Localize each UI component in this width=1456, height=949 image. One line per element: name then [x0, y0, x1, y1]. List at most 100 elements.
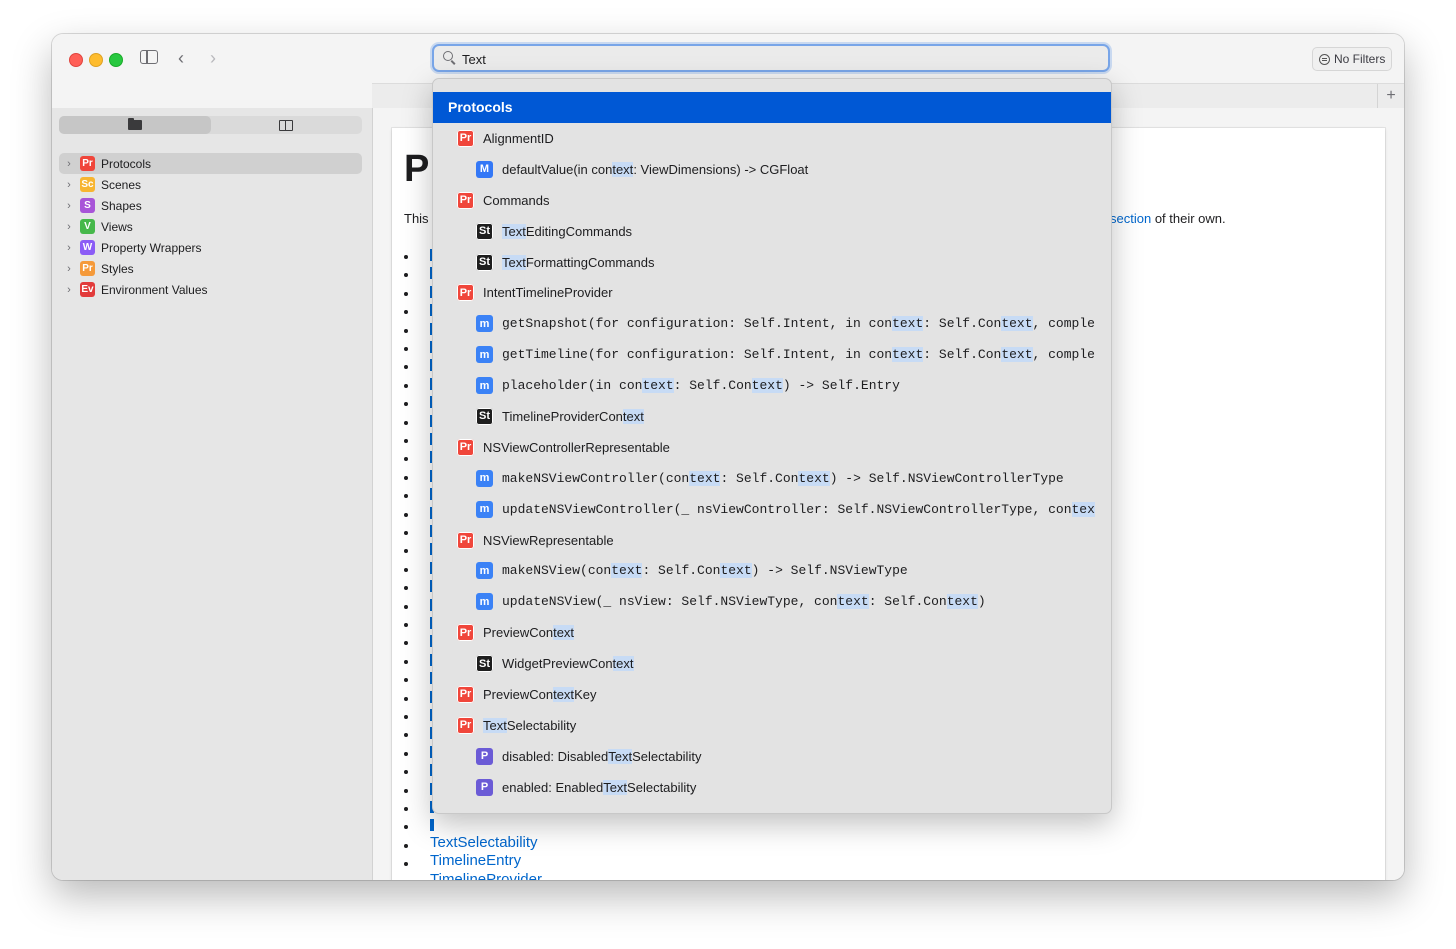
result-label: Commands — [483, 193, 549, 208]
match-highlight: text — [837, 594, 869, 610]
result-protocol-row[interactable]: Pr Commands — [433, 185, 1111, 216]
match-highlight: text — [689, 470, 721, 486]
bullet-dot — [404, 549, 408, 554]
close-window-button[interactable] — [69, 53, 83, 67]
label-segment: defaultValue(in con — [502, 161, 613, 177]
filters-button[interactable]: No Filters — [1312, 47, 1393, 71]
label-segment: Selectability — [632, 748, 702, 764]
category-badge-icon: S — [80, 198, 95, 213]
label-segment: NSViewControllerRepresentable — [483, 439, 670, 455]
chevron-right-icon[interactable]: › — [63, 158, 75, 170]
symbol-kind-badge-icon: Pr — [457, 129, 474, 147]
sidebar-item-label: Views — [101, 219, 133, 234]
symbol-kind-badge-icon: Pr — [457, 191, 474, 209]
match-highlight: text — [1001, 347, 1033, 363]
sidebar-item-label: Environment Values — [101, 282, 208, 297]
symbol-kind-badge-icon: P — [476, 747, 493, 765]
result-protocol-row[interactable]: Pr TextSelectability — [433, 710, 1111, 741]
symbol-kind-badge-icon: Pr — [457, 685, 474, 703]
chevron-right-icon[interactable]: › — [63, 263, 75, 275]
list-link[interactable]: TimelineProvider — [430, 871, 542, 880]
results-list: Pr AlignmentID MdefaultValue(in context: V… — [433, 123, 1111, 803]
result-protocol-row[interactable]: Pr NSViewControllerRepresentable — [433, 432, 1111, 463]
result-member-row[interactable]: St TimelineProviderContext — [433, 401, 1111, 432]
result-label: AlignmentID — [483, 131, 554, 146]
sidebar-item-environment-values[interactable]: › Ev Environment Values — [59, 279, 362, 300]
result-member-row[interactable]: Pdisabled: DisabledTextSelectability — [433, 741, 1111, 772]
result-member-row[interactable]: m placeholder(in context: Self.Context) -… — [433, 370, 1111, 401]
result-member-row[interactable]: m getTimeline(for configuration: Self.Int… — [433, 339, 1111, 370]
bullet-dot — [404, 733, 408, 738]
symbol-kind-badge-icon: m — [476, 500, 493, 518]
bullet-dot — [404, 328, 408, 333]
bullet-dot — [404, 255, 408, 259]
symbol-kind-badge-icon: m — [476, 562, 493, 580]
result-member-row[interactable]: m makeNSView(context: Self.Context) -> Se… — [433, 555, 1111, 586]
bullet-dot — [404, 310, 408, 315]
symbol-kind-badge-icon: m — [476, 315, 493, 333]
section-link[interactable]: section — [1110, 211, 1151, 226]
bullet-dot — [404, 383, 408, 388]
sidebar-item-property-wrappers[interactable]: › W Property Wrappers — [59, 237, 362, 258]
minimize-window-button[interactable] — [89, 53, 103, 67]
result-member-row[interactable]: m updateNSViewController(_ nsViewControll… — [433, 494, 1111, 525]
sidebar-toggle-icon[interactable] — [140, 50, 158, 64]
bullet-dot — [404, 788, 408, 793]
back-chevron-icon[interactable]: ‹ — [178, 48, 184, 68]
result-member-row[interactable]: St WidgetPreviewContext — [433, 648, 1111, 679]
sidebar-item-protocols[interactable]: › Pr Protocols — [59, 153, 362, 174]
result-member-row[interactable]: MdefaultValue(in context: ViewDimensions… — [433, 154, 1111, 185]
match-highlight: text — [553, 686, 575, 702]
match-highlight: text — [1001, 316, 1033, 332]
bullet-dot — [404, 365, 408, 370]
match-highlight: tex — [1071, 501, 1095, 517]
tab-browse[interactable] — [59, 116, 211, 134]
search-input[interactable] — [462, 50, 1082, 68]
sidebar-item-scenes[interactable]: › Sc Scenes — [59, 174, 362, 195]
result-protocol-row[interactable]: Pr PreviewContextKey — [433, 679, 1111, 710]
chevron-right-icon[interactable]: › — [63, 179, 75, 191]
label-segment: makeNSView(con — [502, 563, 612, 579]
label-segment: enabled: Enabled — [502, 779, 604, 795]
page-intro-tail: section of their own. — [1110, 211, 1226, 226]
chevron-right-icon[interactable]: › — [63, 200, 75, 212]
result-protocol-row[interactable]: Pr IntentTimelineProvider — [433, 277, 1111, 308]
bullet-dot — [404, 567, 408, 572]
bullet-dot — [404, 604, 408, 609]
result-member-row[interactable]: St TextFormattingCommands — [433, 247, 1111, 278]
result-protocol-row[interactable]: Pr NSViewRepresentable — [433, 525, 1111, 556]
symbol-kind-badge-icon: Pr — [457, 438, 474, 456]
chevron-right-icon[interactable]: › — [63, 221, 75, 233]
list-link[interactable]: TextSelectability — [430, 834, 538, 851]
match-highlight: text — [553, 625, 575, 641]
bullet-dot — [404, 475, 408, 480]
list-link-fragment[interactable] — [430, 819, 434, 832]
new-tab-button[interactable]: + — [1377, 84, 1404, 109]
sidebar-item-label: Property Wrappers — [101, 240, 202, 255]
match-highlight: text — [612, 656, 634, 672]
search-field[interactable] — [432, 44, 1110, 72]
result-member-row[interactable]: m makeNSViewController(context: Self.Cont… — [433, 463, 1111, 494]
tab-bookmarks[interactable] — [211, 116, 363, 134]
results-section-header: Protocols — [433, 92, 1111, 123]
zoom-window-button[interactable] — [109, 53, 123, 67]
chevron-right-icon[interactable]: › — [63, 284, 75, 296]
chevron-right-icon[interactable]: › — [63, 242, 75, 254]
result-member-row[interactable]: m updateNSView(_ nsView: Self.NSViewType,… — [433, 586, 1111, 617]
bullet-dot — [404, 825, 408, 830]
label-segment: updateNSView(_ nsView: Self.NSViewType, … — [502, 594, 838, 610]
result-protocol-row[interactable]: Pr AlignmentID — [433, 123, 1111, 154]
symbol-kind-badge-icon: St — [476, 407, 493, 425]
list-link[interactable]: TimelineEntry — [430, 852, 521, 869]
result-member-row[interactable]: St TextEditingCommands — [433, 216, 1111, 247]
sidebar-item-label: Styles — [101, 261, 134, 276]
sidebar-item-shapes[interactable]: › S Shapes — [59, 195, 362, 216]
sidebar-item-views[interactable]: › V Views — [59, 216, 362, 237]
result-protocol-row[interactable]: Pr PreviewContext — [433, 617, 1111, 648]
result-member-row[interactable]: m getSnapshot(for configuration: Self.Int… — [433, 308, 1111, 339]
sidebar-item-styles[interactable]: › Pr Styles — [59, 258, 362, 279]
sidebar-item-label: Shapes — [101, 198, 142, 213]
forward-chevron-icon[interactable]: › — [210, 48, 216, 68]
result-member-row[interactable]: Penabled: EnabledTextSelectability — [433, 772, 1111, 803]
label-segment: PreviewCon — [483, 686, 554, 702]
